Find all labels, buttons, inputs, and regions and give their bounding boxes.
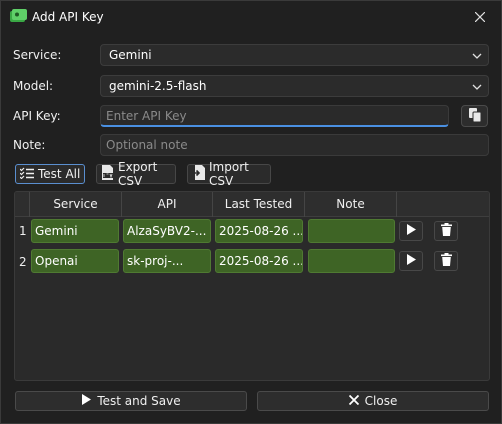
play-icon [406,254,416,268]
column-header-api[interactable]: API [122,192,213,217]
title-bar: Add API Key [1,1,501,34]
checklist-icon [19,167,34,182]
cell-api[interactable]: sk-proj-... [123,249,211,273]
paste-button[interactable] [461,105,488,127]
play-icon [81,394,92,408]
import-csv-button[interactable]: Import CSV [187,160,271,188]
model-label: Model: [13,79,54,93]
paste-icon [468,107,481,125]
delete-row-button[interactable] [434,251,458,271]
close-button[interactable]: Close [257,391,489,411]
import-file-icon [192,165,205,183]
window-title: Add API Key [32,10,104,24]
export-csv-button[interactable]: Export CSV [96,160,176,188]
add-api-key-dialog: Add API Key Service: Gemini Model: gemin… [0,0,502,424]
test-row-button[interactable] [399,251,423,271]
api-key-label: API Key: [13,109,61,123]
row-number: 2 [19,255,27,269]
table-header: Service API Last Tested Note [15,192,489,217]
import-csv-label: Import CSV [209,160,249,188]
column-header-last-tested[interactable]: Last Tested [213,192,305,217]
cell-last-tested[interactable]: 2025-08-26 ... [215,219,303,243]
close-icon[interactable] [465,3,495,31]
csv-file-icon [101,165,114,183]
cell-last-tested[interactable]: 2025-08-26 ... [215,249,303,273]
row-number-header [15,192,30,217]
service-label: Service: [13,48,62,62]
service-value: Gemini [109,48,152,62]
cell-service[interactable]: Gemini [31,219,119,243]
trash-icon [440,223,452,239]
delete-row-button[interactable] [434,221,458,241]
cell-api[interactable]: AlzaSyBV2-... [123,219,211,243]
service-select[interactable]: Gemini [100,44,489,66]
test-all-label: Test All [38,167,81,181]
note-label: Note: [13,138,46,152]
close-icon [348,394,359,408]
model-select[interactable]: gemini-2.5-flash [100,75,489,97]
chevron-down-icon [472,81,482,91]
row-number: 1 [19,224,27,238]
api-keys-table: Service API Last Tested Note 1 Gemini Al… [14,191,490,381]
cell-note[interactable] [308,219,395,243]
cell-note[interactable] [308,249,395,273]
model-value: gemini-2.5-flash [109,79,207,93]
test-and-save-label: Test and Save [97,394,181,408]
key-icon [10,9,27,23]
cell-service[interactable]: Openai [31,249,119,273]
trash-icon [440,253,452,269]
note-input[interactable] [100,134,489,156]
test-all-button[interactable]: Test All [15,164,85,184]
test-and-save-button[interactable]: Test and Save [15,391,247,411]
chevron-down-icon [472,50,482,60]
play-icon [406,224,416,238]
test-row-button[interactable] [399,221,423,241]
api-key-input[interactable] [100,105,449,127]
column-header-service[interactable]: Service [30,192,122,217]
close-label: Close [364,394,398,408]
column-header-note[interactable]: Note [305,192,397,217]
export-csv-label: Export CSV [118,160,158,188]
